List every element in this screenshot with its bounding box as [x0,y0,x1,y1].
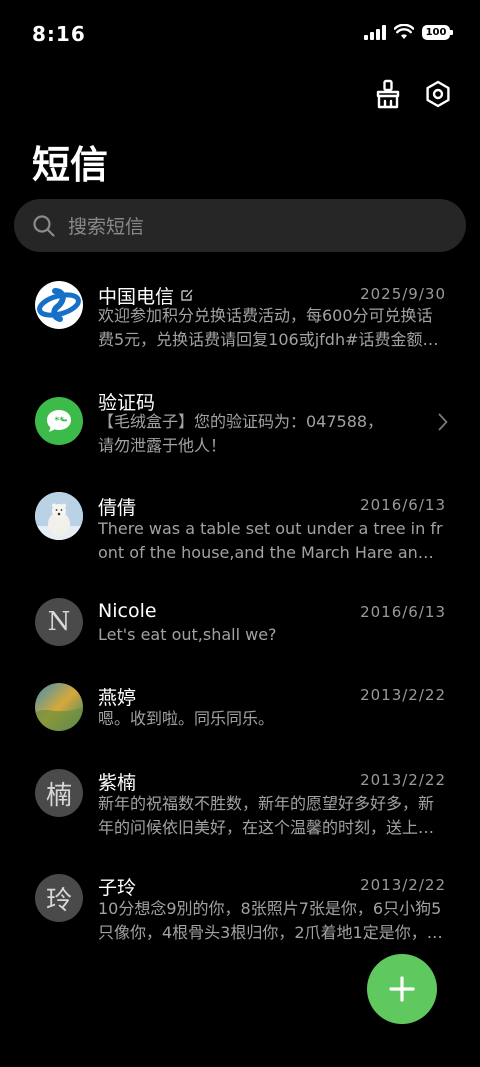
conversation-preview: 欢迎参加积分兑换话费活动，每600分可兑换话费5元，兑换话费请回复106或jfd… [98,306,439,349]
status-time: 8:16 [32,22,86,46]
conversation-name: Nicole [98,600,157,622]
conversation-name: 子玲 [98,877,137,899]
battery-icon: 100 [422,24,453,40]
conversation-date: 2013/2/22 [360,876,446,894]
conversation-name: 紫楠 [98,772,137,794]
settings-icon [426,80,450,108]
search-placeholder: 搜索短信 [68,216,145,238]
new-message-button[interactable] [367,954,437,1024]
conversation-preview: 新年的祝福数不胜数，新年的愿望好多好多，新年的问候依旧美好，在这个温馨的时刻，送… [98,794,435,837]
conversation-item[interactable]: 玲 子玲 2013/2/22 10分想念9別的你，8张照片7张是你，6只小狗5只… [0,866,480,966]
edit-icon [181,289,193,301]
conversation-preview: 嗯。收到啦。同乐同乐。 [98,709,275,728]
conversation-preview: Let's eat out,shall we? [98,625,277,644]
conversation-item[interactable]: N Nicole 2016/6/13 Let's eat out,shall w… [0,588,480,668]
search-icon [33,214,55,237]
signal-icon [364,24,386,40]
conversation-item[interactable]: ** 验证码 【毛绒盒子】您的验证码为：047588，请勿泄露于他人！ [0,374,480,474]
conversation-date: 2016/6/13 [360,603,446,621]
clean-icon [376,79,400,109]
conversation-date: 2013/2/22 [360,771,446,789]
plus-icon [389,976,415,1002]
wifi-icon [394,24,414,39]
search-input[interactable]: 搜索短信 [14,199,466,252]
page-title: 短信 [32,143,109,187]
conversation-date: 2013/2/22 [360,686,446,704]
conversation-item[interactable]: 中国电信 2025/9/30 欢迎参加积分兑换话费活动，每600分可兑换话费5元… [0,268,480,368]
avatar: 楠 [35,769,83,817]
conversation-preview: 【毛绒盒子】您的验证码为：047588，请勿泄露于他人！ [98,412,384,455]
conversation-item[interactable]: 倩倩 2016/6/13 There was a table set out u… [0,481,480,581]
clean-button[interactable] [372,78,404,110]
conversation-item[interactable]: 燕婷 2013/2/22 嗯。收到啦。同乐同乐。 [0,674,480,754]
status-bar: 8:16 100 [0,0,480,68]
conversation-name: 倩倩 [98,497,137,519]
settings-button[interactable] [422,78,454,110]
conversation-date: 2025/9/30 [360,285,446,303]
landscape-photo [35,683,83,731]
polar-bear-photo [35,492,83,540]
conversation-preview: There was a table set out under a tree i… [98,519,443,562]
avatar: 玲 [35,874,83,922]
conversation-date: 2016/6/13 [360,496,446,514]
chevron-right-icon [438,413,448,431]
top-actions [372,78,454,110]
china-telecom-logo [35,281,83,329]
conversation-name: 燕婷 [98,687,137,709]
status-icons: 100 [364,24,453,40]
avatar: N [35,598,83,646]
conversation-preview: 10分想念9別的你，8张照片7张是你，6只小狗5只像你，4根骨头3根归你，2爪着… [98,899,443,942]
conversation-item[interactable]: 楠 紫楠 2013/2/22 新年的祝福数不胜数，新年的愿望好多好多，新年的问候… [0,760,480,860]
message-bubble-icon: ** [35,397,83,445]
